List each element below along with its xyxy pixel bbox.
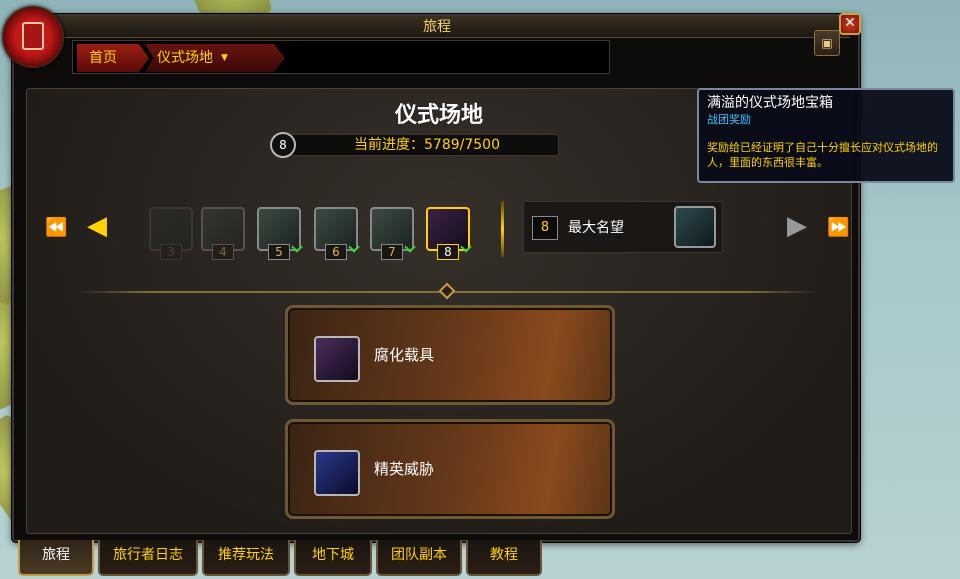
tier-number: 3 — [160, 244, 182, 260]
last-page-icon[interactable]: ⏩ — [827, 213, 849, 243]
tab-tutorials[interactable]: 教程 — [466, 540, 542, 576]
tooltip: 满溢的仪式场地宝箱 战团奖励 奖励给已经证明了自己十分擅长应对仪式场地的人，里面… — [697, 88, 955, 183]
renown-tier-6[interactable]: 6 — [314, 207, 360, 260]
next-page-icon[interactable]: ▶ — [787, 211, 807, 241]
prev-page-icon[interactable]: ◀ — [87, 211, 107, 241]
reward-elite-threat[interactable]: 精英威胁 — [285, 419, 615, 519]
max-renown-level: 8 — [532, 216, 558, 240]
tooltip-description: 奖励给已经证明了自己十分擅长应对仪式场地的人，里面的东西很丰富。 — [707, 141, 938, 169]
tooltip-subtitle: 战团奖励 — [707, 113, 751, 126]
tab-raids[interactable]: 团队副本 — [376, 540, 462, 576]
progress-text: 当前进度：5789/7500 — [354, 137, 500, 153]
close-icon[interactable]: ✕ — [839, 13, 861, 35]
tooltip-title: 满溢的仪式场地宝箱 — [707, 95, 833, 111]
checkmark-icon — [348, 241, 360, 253]
elite-threat-icon — [314, 450, 360, 496]
renown-tier-3[interactable]: 3 — [149, 207, 193, 260]
breadcrumb: 首页 仪式场地 ▼ — [72, 40, 610, 74]
current-tier-separator — [501, 201, 504, 257]
checkmark-icon — [404, 241, 416, 253]
map-icon[interactable]: ▣ — [814, 30, 840, 56]
tier-number: 8 — [437, 244, 459, 260]
reward-label: 腐化载具 — [374, 346, 435, 364]
renown-tier-8[interactable]: 8 — [426, 207, 472, 260]
renown-tier-7[interactable]: 7 — [370, 207, 416, 260]
checkmark-icon — [291, 241, 303, 253]
max-renown-box[interactable]: 8 最大名望 — [523, 201, 723, 253]
reward-label: 精英威胁 — [374, 460, 435, 478]
renown-tier-5[interactable]: 5 — [257, 207, 303, 260]
breadcrumb-current-label: 仪式场地 — [157, 50, 213, 66]
tier-number: 4 — [212, 244, 234, 260]
tier-number: 6 — [325, 244, 347, 260]
chevron-down-icon[interactable]: ▼ — [221, 44, 228, 72]
journey-emblem-icon — [2, 6, 64, 68]
window-title: 旅程 — [24, 16, 850, 38]
renown-tier-4[interactable]: 4 — [201, 207, 245, 260]
divider-ornament — [438, 282, 456, 300]
tier-number: 7 — [381, 244, 403, 260]
reward-corrupted-vehicle[interactable]: 腐化载具 — [285, 305, 615, 405]
tab-suggested-content[interactable]: 推荐玩法 — [202, 540, 290, 576]
corrupted-vehicle-icon — [314, 336, 360, 382]
checkmark-icon — [460, 241, 472, 253]
breadcrumb-home-label: 首页 — [89, 50, 117, 66]
progress-bar: 8 当前进度：5789/7500 — [270, 132, 559, 158]
tier-number: 5 — [268, 244, 290, 260]
breadcrumb-current[interactable]: 仪式场地 ▼ — [145, 44, 285, 72]
max-renown-label: 最大名望 — [568, 220, 624, 236]
tab-traveler-log[interactable]: 旅行者日志 — [98, 540, 198, 576]
breadcrumb-home[interactable]: 首页 — [77, 44, 149, 72]
first-page-icon[interactable]: ⏪ — [45, 213, 67, 243]
tab-dungeons[interactable]: 地下城 — [294, 540, 372, 576]
tab-journey[interactable]: 旅程 — [18, 540, 94, 576]
treasure-chest-icon[interactable] — [674, 206, 716, 248]
level-badge: 8 — [270, 132, 296, 158]
